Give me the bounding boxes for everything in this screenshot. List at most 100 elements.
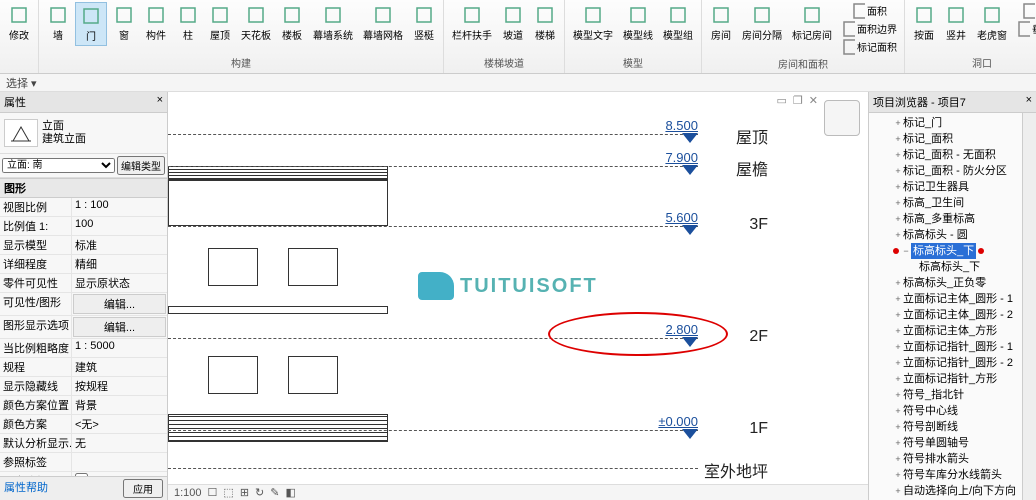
tree-item[interactable]: +符号车库分水线箭头 [871,467,1020,483]
type-selector[interactable]: 立面 建筑立面 [0,113,167,154]
view-tool[interactable]: ✎ [270,486,279,499]
wall-button[interactable]: 墙 [43,2,73,44]
prop-row[interactable]: 颜色方案位置背景 [0,396,167,415]
prop-row[interactable]: 显示隐藏线按规程 [0,377,167,396]
tree-item[interactable]: +立面标记主体_圆形 - 2 [871,307,1020,323]
dormer-button[interactable]: 老虎窗 [973,2,1011,44]
level-name[interactable]: 1F [749,420,768,438]
prop-row[interactable]: 图形显示选项编辑... [0,316,167,339]
view-tool[interactable]: ↻ [255,486,264,499]
expand-icon[interactable]: + [893,291,903,307]
expand-icon[interactable]: + [893,147,903,163]
prop-row[interactable]: 比例值 1:100 [0,217,167,236]
view-tool[interactable]: 1:100 [174,487,202,499]
tree-item[interactable]: +符号_指北针 [871,387,1020,403]
room-sep-button[interactable]: 房间分隔 [738,2,786,44]
expand-icon[interactable]: + [893,323,903,339]
expand-icon[interactable]: + [893,355,903,371]
tree-item[interactable]: +立面标记主体_方形 [871,323,1020,339]
close-view-icon[interactable]: ✕ [809,94,818,107]
tree-item[interactable]: +符号剖断线 [871,419,1020,435]
prop-row[interactable]: 当比例粗略度1 : 5000 [0,339,167,358]
level-name[interactable]: 屋顶 [736,124,768,148]
select-dropdown[interactable]: 选择 ▾ [6,75,37,91]
tree-item[interactable]: +标高_多重标高 [871,211,1020,227]
expand-icon[interactable]: + [893,467,903,483]
stair-button[interactable]: 楼梯 [530,2,560,44]
prop-row[interactable]: 默认分析显示...无 [0,434,167,453]
shaft-button[interactable]: 竖井 [941,2,971,44]
floor-button[interactable]: 楼板 [277,2,307,44]
railing-button[interactable]: 栏杆扶手 [448,2,496,44]
expand-icon[interactable]: − [901,243,911,259]
vertical-button[interactable]: 垂直 [1013,20,1036,37]
apply-button[interactable]: 应用 [123,479,163,498]
level-name[interactable]: 室外地坪 [704,458,768,482]
tree-item[interactable]: +标记卫生器具 [871,179,1020,195]
mullion-button[interactable]: 竖梃 [409,2,439,44]
tree-item[interactable]: +标高标头_正负零 [871,275,1020,291]
section-图形[interactable]: 图形 [0,178,167,198]
expand-icon[interactable]: + [893,307,903,323]
close-icon[interactable]: × [1026,94,1032,110]
door-button[interactable]: 门 [75,2,107,46]
level-name[interactable]: 屋檐 [736,156,768,180]
tree-item[interactable]: +符号单圆轴号 [871,435,1020,451]
expand-icon[interactable]: + [893,371,903,387]
expand-icon[interactable]: + [893,483,903,499]
prop-row[interactable]: 参照标签 [0,453,167,472]
component-button[interactable]: 构件 [141,2,171,44]
area-boundary-button[interactable]: 面积边界 [838,20,900,37]
view-tool[interactable]: ⬚ [223,486,233,499]
expand-icon[interactable]: + [893,403,903,419]
view-tool[interactable]: ⊞ [240,486,249,499]
tree-item[interactable]: +符号排水箭头 [871,451,1020,467]
tree-item[interactable]: +标记_面积 [871,131,1020,147]
column-button[interactable]: 柱 [173,2,203,44]
tree-item[interactable]: +标高标头 - 圆 [871,227,1020,243]
drawing-canvas[interactable]: ▭ ❐ ✕ TUITUISOFT 8.500屋顶7.900屋檐5.6003F2. [168,92,868,500]
wall-open-button[interactable]: 墙 [1013,2,1036,19]
window-button[interactable]: 窗 [109,2,139,44]
view-tool[interactable]: ◧ [285,486,295,499]
expand-icon[interactable]: + [893,275,903,291]
roof-button[interactable]: 屋顶 [205,2,235,44]
properties-help-link[interactable]: 属性帮助 [4,479,48,498]
expand-icon[interactable]: + [893,163,903,179]
tree-item[interactable]: −标高标头_下 [871,243,1020,259]
tree-item[interactable]: +标高_卫生间 [871,195,1020,211]
area-button[interactable]: 面积 [838,2,900,19]
expand-icon[interactable]: + [893,419,903,435]
tree-item[interactable]: 标高标头_下 [871,259,1020,275]
close-icon[interactable]: × [157,94,163,110]
prop-row[interactable]: 规程建筑 [0,358,167,377]
expand-icon[interactable]: + [893,115,903,131]
scrollbar[interactable] [1022,113,1036,500]
cursor-button[interactable]: 修改 [4,2,34,44]
model-line-button[interactable]: 模型线 [619,2,657,44]
expand-icon[interactable]: + [893,435,903,451]
curtain-sys-button[interactable]: 幕墙系统 [309,2,357,44]
level-name[interactable]: 3F [749,216,768,234]
level-marker[interactable]: 8.500 [682,134,698,144]
tree-item[interactable]: +标记_面积 - 无面积 [871,147,1020,163]
model-group-button[interactable]: 模型组 [659,2,697,44]
tree-item[interactable]: +标记_面积 - 防火分区 [871,163,1020,179]
min-icon[interactable]: ▭ [777,94,787,107]
tag-room-button[interactable]: 标记房间 [788,2,836,44]
ramp-button[interactable]: 坡道 [498,2,528,44]
prop-row[interactable]: 颜色方案<无> [0,415,167,434]
level-name[interactable]: 2F [749,328,768,346]
expand-icon[interactable]: + [893,451,903,467]
room-button[interactable]: 房间 [706,2,736,44]
prop-row[interactable]: 可见性/图形编辑... [0,293,167,316]
edit-type-button[interactable]: 编辑类型 [117,156,165,175]
tree-item[interactable]: +符号中心线 [871,403,1020,419]
expand-icon[interactable]: + [893,227,903,243]
tree-item[interactable]: +立面标记指针_圆形 - 2 [871,355,1020,371]
tree-item[interactable]: +标记_门 [871,115,1020,131]
prop-row[interactable]: 显示模型标准 [0,236,167,255]
tag-area-button[interactable]: 标记面积 [838,38,900,55]
level-marker[interactable]: 5.600 [682,226,698,236]
tree-item[interactable]: +立面标记主体_圆形 - 1 [871,291,1020,307]
